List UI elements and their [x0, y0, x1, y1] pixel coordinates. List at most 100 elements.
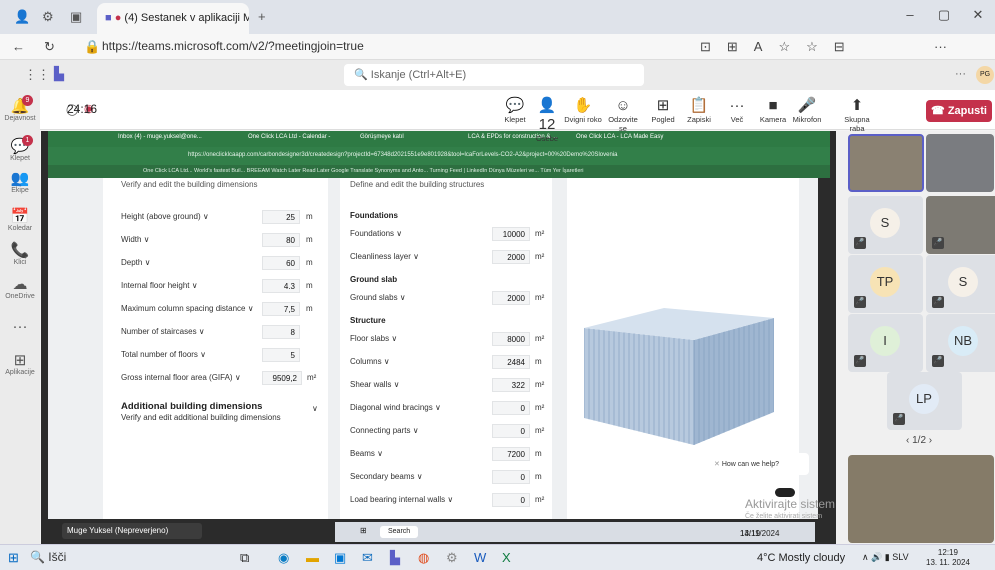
structure-label[interactable]: Foundations ∨ — [350, 229, 402, 238]
taskview-icon[interactable]: ⧉ — [240, 550, 249, 566]
meeting-control-skupna-raba[interactable]: ⬆ Skupna raba — [838, 96, 876, 133]
chevron-down-icon[interactable]: ∨ — [312, 404, 318, 413]
dimension-value[interactable]: 7,5 — [262, 302, 300, 316]
participant-video-tile[interactable] — [926, 134, 994, 192]
close-icon[interactable]: ✕ — [961, 0, 995, 34]
tray-icons[interactable]: ∧ 🔊 ▮ SLV — [862, 552, 909, 563]
taskbar-clock[interactable]: 12:19 13. 11. 2024 — [926, 548, 970, 568]
word-icon[interactable]: W — [474, 550, 486, 565]
self-video-tile[interactable] — [848, 455, 994, 543]
dimension-label[interactable]: Number of staircases ∨ — [121, 327, 205, 336]
refresh-icon[interactable]: ↻ — [44, 39, 55, 55]
structure-label[interactable]: Shear walls ∨ — [350, 380, 399, 389]
structure-value[interactable]: 0 — [492, 424, 530, 438]
maximize-icon[interactable]: ▢ — [927, 0, 961, 34]
chat-close-icon[interactable]: ✕ — [714, 461, 722, 468]
settings-more-icon[interactable]: ··· — [955, 68, 966, 80]
structure-label[interactable]: Beams ∨ — [350, 449, 383, 458]
tab-teams-meeting[interactable]: ■ ● (4) Sestanek v aplikaciji Micr ✕ — [97, 3, 249, 34]
structure-value[interactable]: 2484 — [492, 355, 530, 369]
structure-label[interactable]: Diagonal wind bracings ∨ — [350, 403, 441, 412]
meeting-control-mikrofon[interactable]: 🎤 Mikrofon — [788, 96, 826, 124]
dimension-label[interactable]: Height (above ground) ∨ — [121, 212, 209, 221]
rail-item-aplikacije[interactable]: ⊞ Aplikacije — [0, 352, 40, 376]
participant-tile[interactable]: NB 🎤 — [926, 314, 995, 372]
participant-video-tile[interactable] — [848, 134, 924, 192]
workspaces-icon[interactable]: ⚙ — [42, 9, 54, 25]
url-field[interactable]: https://teams.microsoft.com/v2/?meetingj… — [102, 39, 364, 53]
structure-label[interactable]: Cleanliness layer ∨ — [350, 252, 419, 261]
participant-tile[interactable]: TP 🎤 — [848, 255, 923, 313]
explorer-icon[interactable]: ▬ — [306, 550, 319, 565]
structure-value[interactable]: 2000 — [492, 291, 530, 305]
structure-value[interactable]: 10000 — [492, 227, 530, 241]
meeting-control-odzovite-se[interactable]: ☺ Odzovite se — [604, 96, 642, 133]
structure-label[interactable]: Load bearing internal walls ∨ — [350, 495, 453, 504]
settings-icon[interactable]: ⚙ — [446, 550, 458, 566]
firefox-icon[interactable]: ◍ — [418, 550, 429, 566]
search-input[interactable]: 🔍 Iskanje (Ctrl+Alt+E) — [344, 64, 644, 86]
rail-item-dejavnost[interactable]: 🔔 9 Dejavnost — [0, 95, 40, 122]
participant-tile[interactable]: S 🎤 — [848, 196, 923, 254]
participant-tile[interactable]: S 🎤 — [926, 255, 995, 313]
structure-value[interactable]: 0 — [492, 493, 530, 507]
rail-item-koledar[interactable]: 📅 Koledar — [0, 208, 40, 232]
outlook-icon[interactable]: ✉ — [362, 550, 373, 566]
dimension-value[interactable]: 8 — [262, 325, 300, 339]
browser-toolbar-icons[interactable]: ⊡⊞A☆☆⊟ — [700, 39, 861, 55]
rail-item-klepet[interactable]: 💬 1 Klepet — [0, 135, 40, 162]
chat-toggle-icon[interactable] — [775, 488, 795, 497]
dimension-value[interactable]: 9509,2 — [262, 371, 302, 385]
structure-label[interactable]: Floor slabs ∨ — [350, 334, 397, 343]
store-icon[interactable]: ▣ — [334, 550, 346, 566]
dimension-value[interactable]: 4.3 — [262, 279, 300, 293]
meeting-control-pogled[interactable]: ⊞ Pogled — [644, 96, 682, 124]
structure-value[interactable]: 8000 — [492, 332, 530, 346]
dimension-value[interactable]: 60 — [262, 256, 300, 270]
meeting-control-več[interactable]: ··· Več — [718, 96, 756, 124]
avatar[interactable]: PG — [976, 66, 994, 84]
building-3d-model[interactable] — [584, 300, 774, 450]
chat-widget[interactable]: ✕ How can we help? — [704, 453, 809, 475]
rail-item-klici[interactable]: 📞 Klici — [0, 242, 40, 266]
dimension-label[interactable]: Total number of floors ∨ — [121, 350, 206, 359]
structure-value[interactable]: 0 — [492, 401, 530, 415]
dimension-label[interactable]: Gross internal floor area (GIFA) ∨ — [121, 373, 241, 382]
profile-icon[interactable]: 👤 — [14, 9, 30, 25]
structure-value[interactable]: 2000 — [492, 250, 530, 264]
dimension-label[interactable]: Depth ∨ — [121, 258, 150, 267]
structure-value[interactable]: 7200 — [492, 447, 530, 461]
taskbar-search[interactable]: 🔍 Išči — [30, 550, 66, 564]
meeting-control-osebe[interactable]: 👤 12 Osebe — [528, 96, 566, 143]
meeting-control-kamera[interactable]: ■ Kamera — [754, 96, 792, 124]
new-tab-icon[interactable]: + — [258, 9, 266, 24]
tab-actions-icon[interactable]: ▣ — [70, 9, 82, 25]
teams-taskbar-icon[interactable]: ▙ — [390, 550, 400, 566]
leave-button[interactable]: ☎ Zapusti — [926, 100, 992, 122]
structure-label[interactable]: Connecting parts ∨ — [350, 426, 419, 435]
structure-label[interactable]: Columns ∨ — [350, 357, 390, 366]
minimize-icon[interactable]: – — [893, 0, 927, 34]
dimension-value[interactable]: 5 — [262, 348, 300, 362]
meeting-control-dvigni-roko[interactable]: ✋ Dvigni roko — [564, 96, 602, 124]
structure-value[interactable]: 322 — [492, 378, 530, 392]
start-icon[interactable]: ⊞ — [8, 550, 19, 566]
more-icon[interactable]: ··· — [934, 39, 947, 54]
participant-tile[interactable]: I 🎤 — [848, 314, 923, 372]
weather-widget[interactable]: 4°C Mostly cloudy — [757, 552, 845, 564]
participant-pager[interactable]: ‹ 1/2 › — [906, 435, 932, 446]
meeting-control-zapiski[interactable]: 📋 Zapiski — [680, 96, 718, 124]
dimension-label[interactable]: Internal floor height ∨ — [121, 281, 198, 290]
back-icon[interactable]: ← — [12, 39, 25, 54]
additional-dimensions-title[interactable]: Additional building dimensions — [121, 401, 262, 412]
rail-item-more[interactable]: ··· — [0, 318, 40, 335]
participant-tile[interactable]: LP 🎤 — [887, 372, 962, 430]
structure-value[interactable]: 0 — [492, 470, 530, 484]
rail-item-ekipe[interactable]: 👥 Ekipe — [0, 170, 40, 194]
dimension-value[interactable]: 80 — [262, 233, 300, 247]
participant-tile[interactable]: 🎤 — [926, 196, 995, 254]
excel-icon[interactable]: X — [502, 550, 511, 565]
edge-icon[interactable]: ◉ — [278, 550, 289, 566]
dimension-label[interactable]: Width ∨ — [121, 235, 150, 244]
structure-label[interactable]: Secondary beams ∨ — [350, 472, 423, 481]
